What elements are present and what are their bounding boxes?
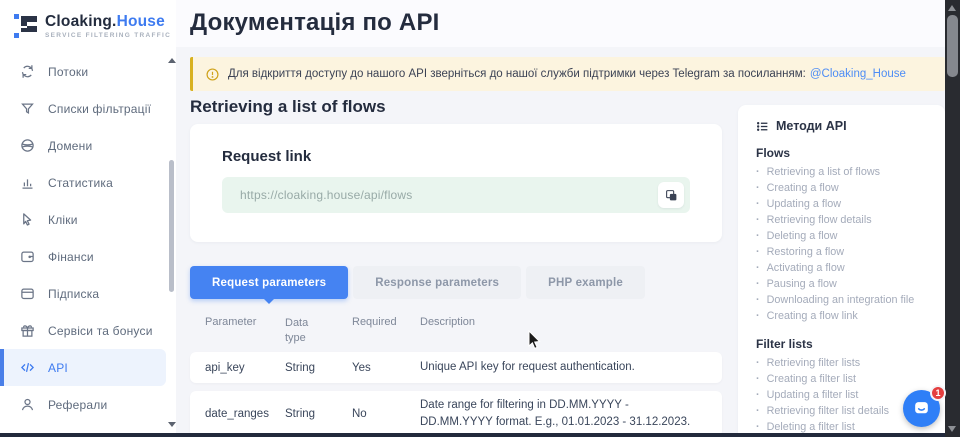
column-header-description: Description: [420, 316, 702, 347]
page-scrollbar[interactable]: [945, 0, 960, 437]
scroll-up-icon[interactable]: [948, 5, 956, 11]
brand-name: Cloaking.: [45, 13, 117, 30]
toc-item[interactable]: Activating a flow: [756, 260, 931, 276]
list-icon: [756, 120, 769, 133]
toc-item[interactable]: Creating a flow link: [756, 308, 931, 324]
telegram-link[interactable]: @Cloaking_House: [810, 68, 906, 80]
page-scrollbar-thumb[interactable]: [947, 15, 958, 77]
cell-parameter: date_ranges: [205, 408, 285, 420]
gift-icon: [20, 323, 35, 338]
request-url: https://cloaking.house/api/flows: [240, 188, 658, 202]
sidebar-item-referrals[interactable]: Реферали: [0, 386, 166, 423]
brand-name-accent: House: [117, 13, 165, 30]
user-icon: [20, 397, 35, 412]
sidebar-item-filter-lists[interactable]: Списки фільтрації: [0, 90, 166, 127]
notification-badge: 1: [930, 385, 946, 401]
sync-icon: [20, 64, 35, 79]
chat-bubble-icon: [912, 399, 931, 418]
bar-chart-icon: [20, 175, 35, 190]
column-header-required: Required: [352, 316, 420, 347]
table-row: api_key String Yes Unique API key for re…: [190, 352, 722, 383]
info-icon: [206, 68, 219, 81]
filter-icon: [20, 101, 35, 116]
column-header-data-type: Data type: [285, 316, 321, 347]
scroll-down-icon[interactable]: [168, 422, 176, 427]
cloaking-house-logo-icon: [14, 13, 39, 40]
cell-required: Yes: [352, 362, 420, 374]
sidebar-item-label: Домени: [48, 139, 92, 153]
table-header: Parameter Data type Required Description: [190, 312, 722, 347]
sidebar-item-label: Реферали: [48, 398, 107, 412]
scroll-down-icon[interactable]: [948, 426, 956, 432]
globe-icon: [20, 138, 35, 153]
sidebar-item-finance[interactable]: Фінанси: [0, 238, 166, 275]
api-methods-title: Методи API: [776, 119, 847, 133]
sidebar-item-label: Підписка: [48, 287, 99, 301]
toc-item[interactable]: Updating a flow: [756, 196, 931, 212]
sidebar-nav: Потоки Списки фільтрації Домени Статисти…: [0, 53, 166, 423]
cell-required: No: [352, 408, 420, 420]
api-methods-header: Методи API: [756, 119, 931, 133]
parameter-tabs: Request parameters Response parameters P…: [190, 266, 645, 299]
cell-description: Date range for filtering in DD.MM.YYYY -…: [420, 397, 702, 430]
tab-php-example[interactable]: PHP example: [526, 266, 645, 299]
sidebar-item-label: Кліки: [48, 213, 78, 227]
sidebar-item-label: Сервіси та бонуси: [48, 324, 153, 338]
toc-item[interactable]: Creating a filter list: [756, 371, 931, 387]
sidebar-item-clicks[interactable]: Кліки: [0, 201, 166, 238]
tab-request-parameters[interactable]: Request parameters: [190, 266, 348, 299]
scroll-up-icon[interactable]: [168, 58, 176, 63]
sidebar-scrollbar-thumb[interactable]: [169, 160, 174, 292]
request-link-card: Request link https://cloaking.house/api/…: [190, 124, 722, 242]
info-banner: Для відкриття доступу до нашого API звер…: [190, 57, 945, 91]
request-url-field[interactable]: https://cloaking.house/api/flows: [222, 177, 690, 213]
cursor-icon: [20, 212, 35, 227]
sidebar-item-flows[interactable]: Потоки: [0, 53, 166, 90]
logo[interactable]: Cloaking.House SERVICE FILTERING TRAFFIC: [0, 0, 176, 40]
copy-button[interactable]: [658, 182, 684, 208]
cell-description: Unique API key for request authenticatio…: [420, 359, 702, 376]
toc-item[interactable]: Retrieving a list of flows: [756, 164, 931, 180]
section-title: Retrieving a list of flows: [190, 97, 386, 117]
brand-tagline: SERVICE FILTERING TRAFFIC: [45, 33, 171, 40]
tab-response-parameters[interactable]: Response parameters: [353, 266, 521, 299]
toc-item[interactable]: Pausing a flow: [756, 276, 931, 292]
api-methods-panel: Методи API Flows Retrieving a list of fl…: [738, 105, 945, 433]
toc-item[interactable]: Retrieving flow details: [756, 212, 931, 228]
request-link-title: Request link: [222, 148, 311, 165]
toc-item[interactable]: Deleting a flow: [756, 228, 931, 244]
page-title: Документація по API: [190, 9, 440, 37]
sidebar-item-label: Статистика: [48, 176, 113, 190]
sidebar-item-subscription[interactable]: Підписка: [0, 275, 166, 312]
column-header-parameter: Parameter: [205, 316, 285, 347]
sidebar-item-label: Списки фільтрації: [48, 102, 151, 116]
sidebar-item-services-bonuses[interactable]: Сервіси та бонуси: [0, 312, 166, 349]
toc-group-flows: Flows: [756, 146, 931, 160]
banner-text: Для відкриття доступу до нашого API звер…: [228, 68, 806, 80]
toc-item[interactable]: Creating a flow: [756, 180, 931, 196]
window-bottom-edge: [0, 433, 945, 437]
cell-parameter: api_key: [205, 362, 285, 374]
cell-data-type: String: [285, 408, 352, 420]
code-icon: [20, 360, 35, 375]
logo-text: Cloaking.House SERVICE FILTERING TRAFFIC: [45, 14, 171, 39]
sidebar-item-label: Фінанси: [48, 250, 94, 264]
sidebar-scrollbar[interactable]: [167, 56, 175, 427]
sidebar-item-domains[interactable]: Домени: [0, 127, 166, 164]
toc-item[interactable]: Restoring a flow: [756, 244, 931, 260]
copy-icon: [665, 189, 678, 202]
sidebar-item-statistics[interactable]: Статистика: [0, 164, 166, 201]
toc-item[interactable]: Retrieving filter lists: [756, 355, 931, 371]
sidebar: Cloaking.House SERVICE FILTERING TRAFFIC…: [0, 0, 176, 433]
sidebar-item-api[interactable]: API: [0, 349, 166, 386]
cell-data-type: String: [285, 362, 352, 374]
toc-group-filter-lists: Filter lists: [756, 337, 931, 351]
sidebar-item-label: Потоки: [48, 65, 88, 79]
wallet-icon: [20, 249, 35, 264]
credit-card-icon: [20, 286, 35, 301]
table-row: date_ranges String No Date range for fil…: [190, 391, 722, 437]
sidebar-item-label: API: [48, 361, 68, 375]
toc-item[interactable]: Downloading an integration file: [756, 292, 931, 308]
